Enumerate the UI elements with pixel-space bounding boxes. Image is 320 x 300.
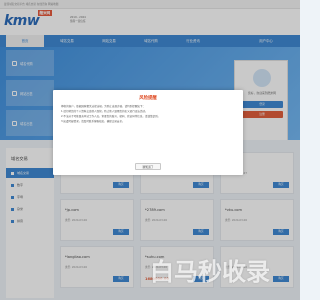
dialog-paragraph: 3.如遇可疑情况，请及时联系客服核实，确保交易安全。	[61, 120, 125, 123]
risk-warning-dialog: 风险提醒 尊敬的客户，依据国家相关法律法规，为防止出现诈骗，请特别提醒如下： 1…	[53, 90, 243, 175]
dialog-paragraph: 2.不法分子可能冒充本站工作人员，索要您的账号、密码、验证码等信息，请谨慎识别。	[61, 115, 161, 118]
dialog-paragraph: 1.请勿将您的个人资料交由他人保管，防止他人冒用您的名义进行违法活动。	[61, 110, 148, 113]
acknowledge-button[interactable]: 我知道了	[135, 163, 161, 170]
dialog-title: 风险提醒	[139, 96, 157, 101]
dialog-body: 尊敬的客户，依据国家相关法律法规，为防止出现诈骗，请特别提醒如下： 1.请勿将您…	[61, 105, 237, 125]
watermark-text: 白马秒收录	[150, 258, 270, 286]
dialog-paragraph: 尊敬的客户，依据国家相关法律法规，为防止出现诈骗，请特别提醒如下：	[61, 105, 146, 108]
